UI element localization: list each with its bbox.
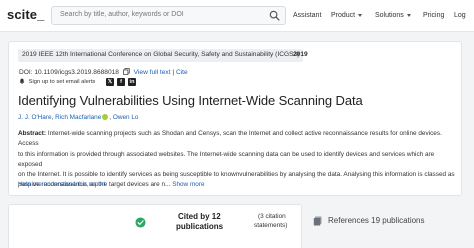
search-input[interactable]: Search by title, author, keywords or DOI <box>51 6 286 25</box>
paper-title: Identifying Vulnerabilities Using Intern… <box>18 93 363 108</box>
author-link[interactable]: J. J. O'Hare <box>18 114 52 121</box>
author-list: J. J. O'Hare, Rich Macfarlane, Owen Lo <box>18 114 138 121</box>
citation-statements-label: statements) <box>254 222 288 229</box>
nav-product[interactable]: Product <box>331 12 363 19</box>
nav-assistant-label: Assistant <box>293 12 322 19</box>
cited-by-count: Cited by 12 <box>178 212 221 221</box>
orcid-icon[interactable] <box>102 114 109 120</box>
tab-references[interactable]: References 19 publications <box>328 216 425 225</box>
email-alert-link[interactable]: Sign up to set email alerts <box>19 78 95 85</box>
top-navigation-bar: scite_ Search by title, author, keywords… <box>0 0 474 32</box>
nav-pricing-label: Pricing <box>423 12 445 19</box>
doi-line: DOI: 10.1109/icgs3.2019.8688018 View ful… <box>19 68 188 76</box>
citation-tabs <box>8 204 462 248</box>
author-link[interactable]: Rich Macfarlane <box>55 114 101 121</box>
twitter-icon[interactable]: 𝕏 <box>106 78 114 86</box>
nav-solutions[interactable]: Solutions <box>375 12 411 19</box>
references-icon <box>313 216 322 226</box>
view-full-text-link[interactable]: View full text <box>134 69 171 76</box>
nav-log-in[interactable]: Log <box>454 12 466 19</box>
chevron-down-icon <box>358 13 363 17</box>
abstract-text-line: to this information is provided through … <box>18 150 435 168</box>
help-understand-report-link[interactable]: Help me understand this report <box>18 181 106 188</box>
search-icon[interactable] <box>269 10 280 21</box>
nav-log-in-label: Log <box>454 12 466 19</box>
author-link[interactable]: Owen Lo <box>113 114 139 121</box>
linkedin-icon[interactable]: in <box>128 78 136 86</box>
nav-product-label: Product <box>331 12 356 19</box>
facebook-icon[interactable]: f <box>117 78 125 86</box>
nav-assistant[interactable]: Assistant <box>293 12 321 19</box>
abstract-text-line: on the Internet. It is possible to ident… <box>18 171 455 179</box>
show-more-link[interactable]: Show more <box>172 181 204 188</box>
venue-badge[interactable]: 2019 IEEE 12th International Conference … <box>18 49 304 62</box>
cite-link[interactable]: Cite <box>176 69 188 76</box>
citation-bubble-icon <box>135 217 146 228</box>
nav-solutions-label: Solutions <box>375 12 404 19</box>
cited-by-unit: publications <box>176 222 224 231</box>
nav-pricing[interactable]: Pricing <box>423 12 444 19</box>
doi-text: DOI: 10.1109/icgs3.2019.8688018 <box>19 69 119 76</box>
chevron-down-icon <box>406 13 411 17</box>
scite-logo[interactable]: scite_ <box>7 7 44 22</box>
publication-year: 2019 <box>293 51 308 58</box>
abstract-text-line: Internet-wide scanning projects such as … <box>18 130 442 148</box>
email-alert-label: Sign up to set email alerts <box>28 79 96 85</box>
citation-statements-count: (3 citation <box>258 213 286 220</box>
bell-icon <box>19 78 25 84</box>
abstract-label: Abstract: <box>18 130 47 137</box>
copy-icon[interactable] <box>122 68 130 75</box>
search-placeholder: Search by title, author, keywords or DOI <box>60 11 184 18</box>
